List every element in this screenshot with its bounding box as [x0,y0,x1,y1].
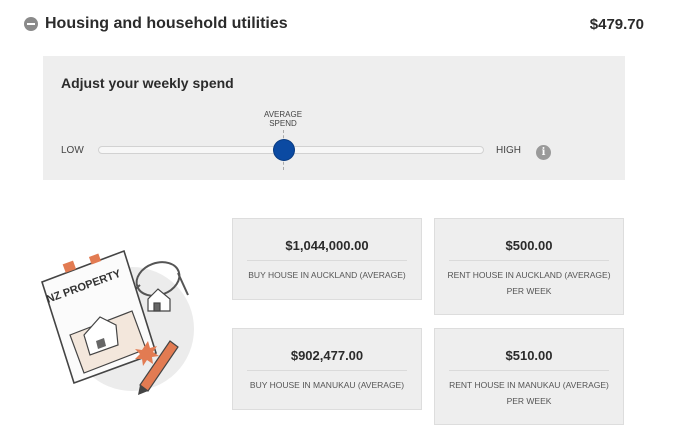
card-divider [247,370,407,371]
card-label: BUY HOUSE IN MANUKAU (AVERAGE) [249,380,405,390]
adjust-spend-panel: Adjust your weekly spend AVERAGE SPEND L… [43,56,625,180]
card-rent-manukau: $510.00 RENT HOUSE IN MANUKAU (AVERAGE) … [434,328,624,425]
section-title: Housing and household utilities [45,15,288,32]
info-icon[interactable]: i [536,145,551,160]
card-divider [449,370,609,371]
card-label: BUY HOUSE IN AUCKLAND (AVERAGE) [248,270,406,280]
card-value: $902,477.00 [290,348,364,363]
card-buy-auckland: $1,044,000.00 BUY HOUSE IN AUCKLAND (AVE… [232,218,422,300]
card-value: $1,044,000.00 [285,238,369,253]
card-value: $500.00 [505,238,553,253]
average-spend-label: AVERAGE SPEND [263,110,303,128]
card-value: $510.00 [505,348,553,363]
card-divider [247,260,407,261]
low-label: LOW [61,145,84,156]
card-divider [449,260,609,261]
high-label: HIGH [496,145,521,156]
card-rent-auckland: $500.00 RENT HOUSE IN AUCKLAND (AVERAGE)… [434,218,624,315]
card-label: RENT HOUSE IN MANUKAU (AVERAGE) PER WEEK [449,380,609,406]
adjust-title: Adjust your weekly spend [61,75,234,91]
section-header[interactable]: Housing and household utilities $479.70 [24,12,644,36]
collapse-icon[interactable] [24,17,38,31]
property-illustration: NZ PROPERTY [40,245,205,395]
card-buy-manukau: $902,477.00 BUY HOUSE IN MANUKAU (AVERAG… [232,328,422,410]
card-label: RENT HOUSE IN AUCKLAND (AVERAGE) PER WEE… [447,270,611,296]
spend-slider-thumb[interactable] [274,140,294,160]
section-amount: $479.70 [589,15,644,33]
